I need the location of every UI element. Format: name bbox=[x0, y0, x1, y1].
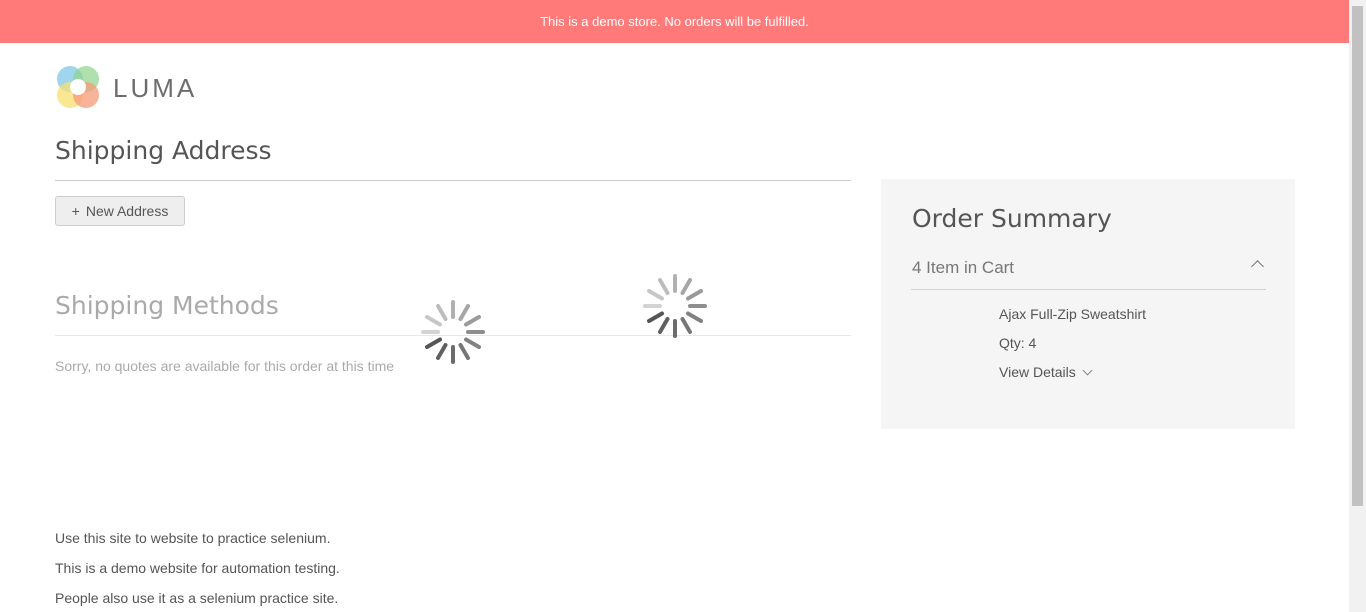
shipping-address-title: Shipping Address bbox=[55, 136, 272, 165]
luma-logo-icon bbox=[57, 66, 99, 108]
order-summary-title: Order Summary bbox=[912, 204, 1112, 233]
footer-text: Use this site to website to practice sel… bbox=[55, 530, 331, 546]
footer-text: This is a demo website for automation te… bbox=[55, 560, 340, 576]
summary-divider bbox=[911, 289, 1266, 290]
scrollbar-thumb[interactable] bbox=[1352, 6, 1363, 506]
demo-store-notice: This is a demo store. No orders will be … bbox=[540, 14, 809, 29]
footer-text: People also use it as a selenium practic… bbox=[55, 590, 339, 606]
cart-item-name: Ajax Full-Zip Sweatshirt bbox=[999, 306, 1147, 322]
store-logo[interactable]: LUMA bbox=[55, 64, 197, 110]
no-quotes-message: Sorry, no quotes are available for this … bbox=[55, 358, 395, 374]
new-address-label: New Address bbox=[85, 203, 169, 219]
chevron-up-icon[interactable] bbox=[1251, 260, 1264, 273]
brand-name: LUMA bbox=[113, 72, 198, 103]
shipping-address-divider bbox=[55, 180, 851, 181]
cart-item-qty: Qty: 4 bbox=[999, 335, 1037, 351]
view-details-toggle[interactable]: View Details bbox=[999, 364, 1093, 380]
demo-store-banner: This is a demo store. No orders will be … bbox=[0, 0, 1349, 43]
loading-spinner-icon bbox=[643, 274, 707, 338]
plus-icon: + bbox=[71, 203, 80, 219]
page-scrollbar[interactable] bbox=[1349, 0, 1366, 612]
view-details-label: View Details bbox=[999, 364, 1076, 380]
new-address-button[interactable]: + New Address bbox=[55, 196, 185, 226]
order-summary-panel: Order Summary 4 Item in Cart Ajax Full-Z… bbox=[881, 179, 1295, 429]
cart-items-toggle[interactable]: 4 Item in Cart bbox=[912, 258, 1014, 278]
loading-spinner-icon bbox=[421, 300, 485, 364]
chevron-down-icon bbox=[1082, 365, 1093, 375]
shipping-methods-title: Shipping Methods bbox=[55, 291, 279, 320]
